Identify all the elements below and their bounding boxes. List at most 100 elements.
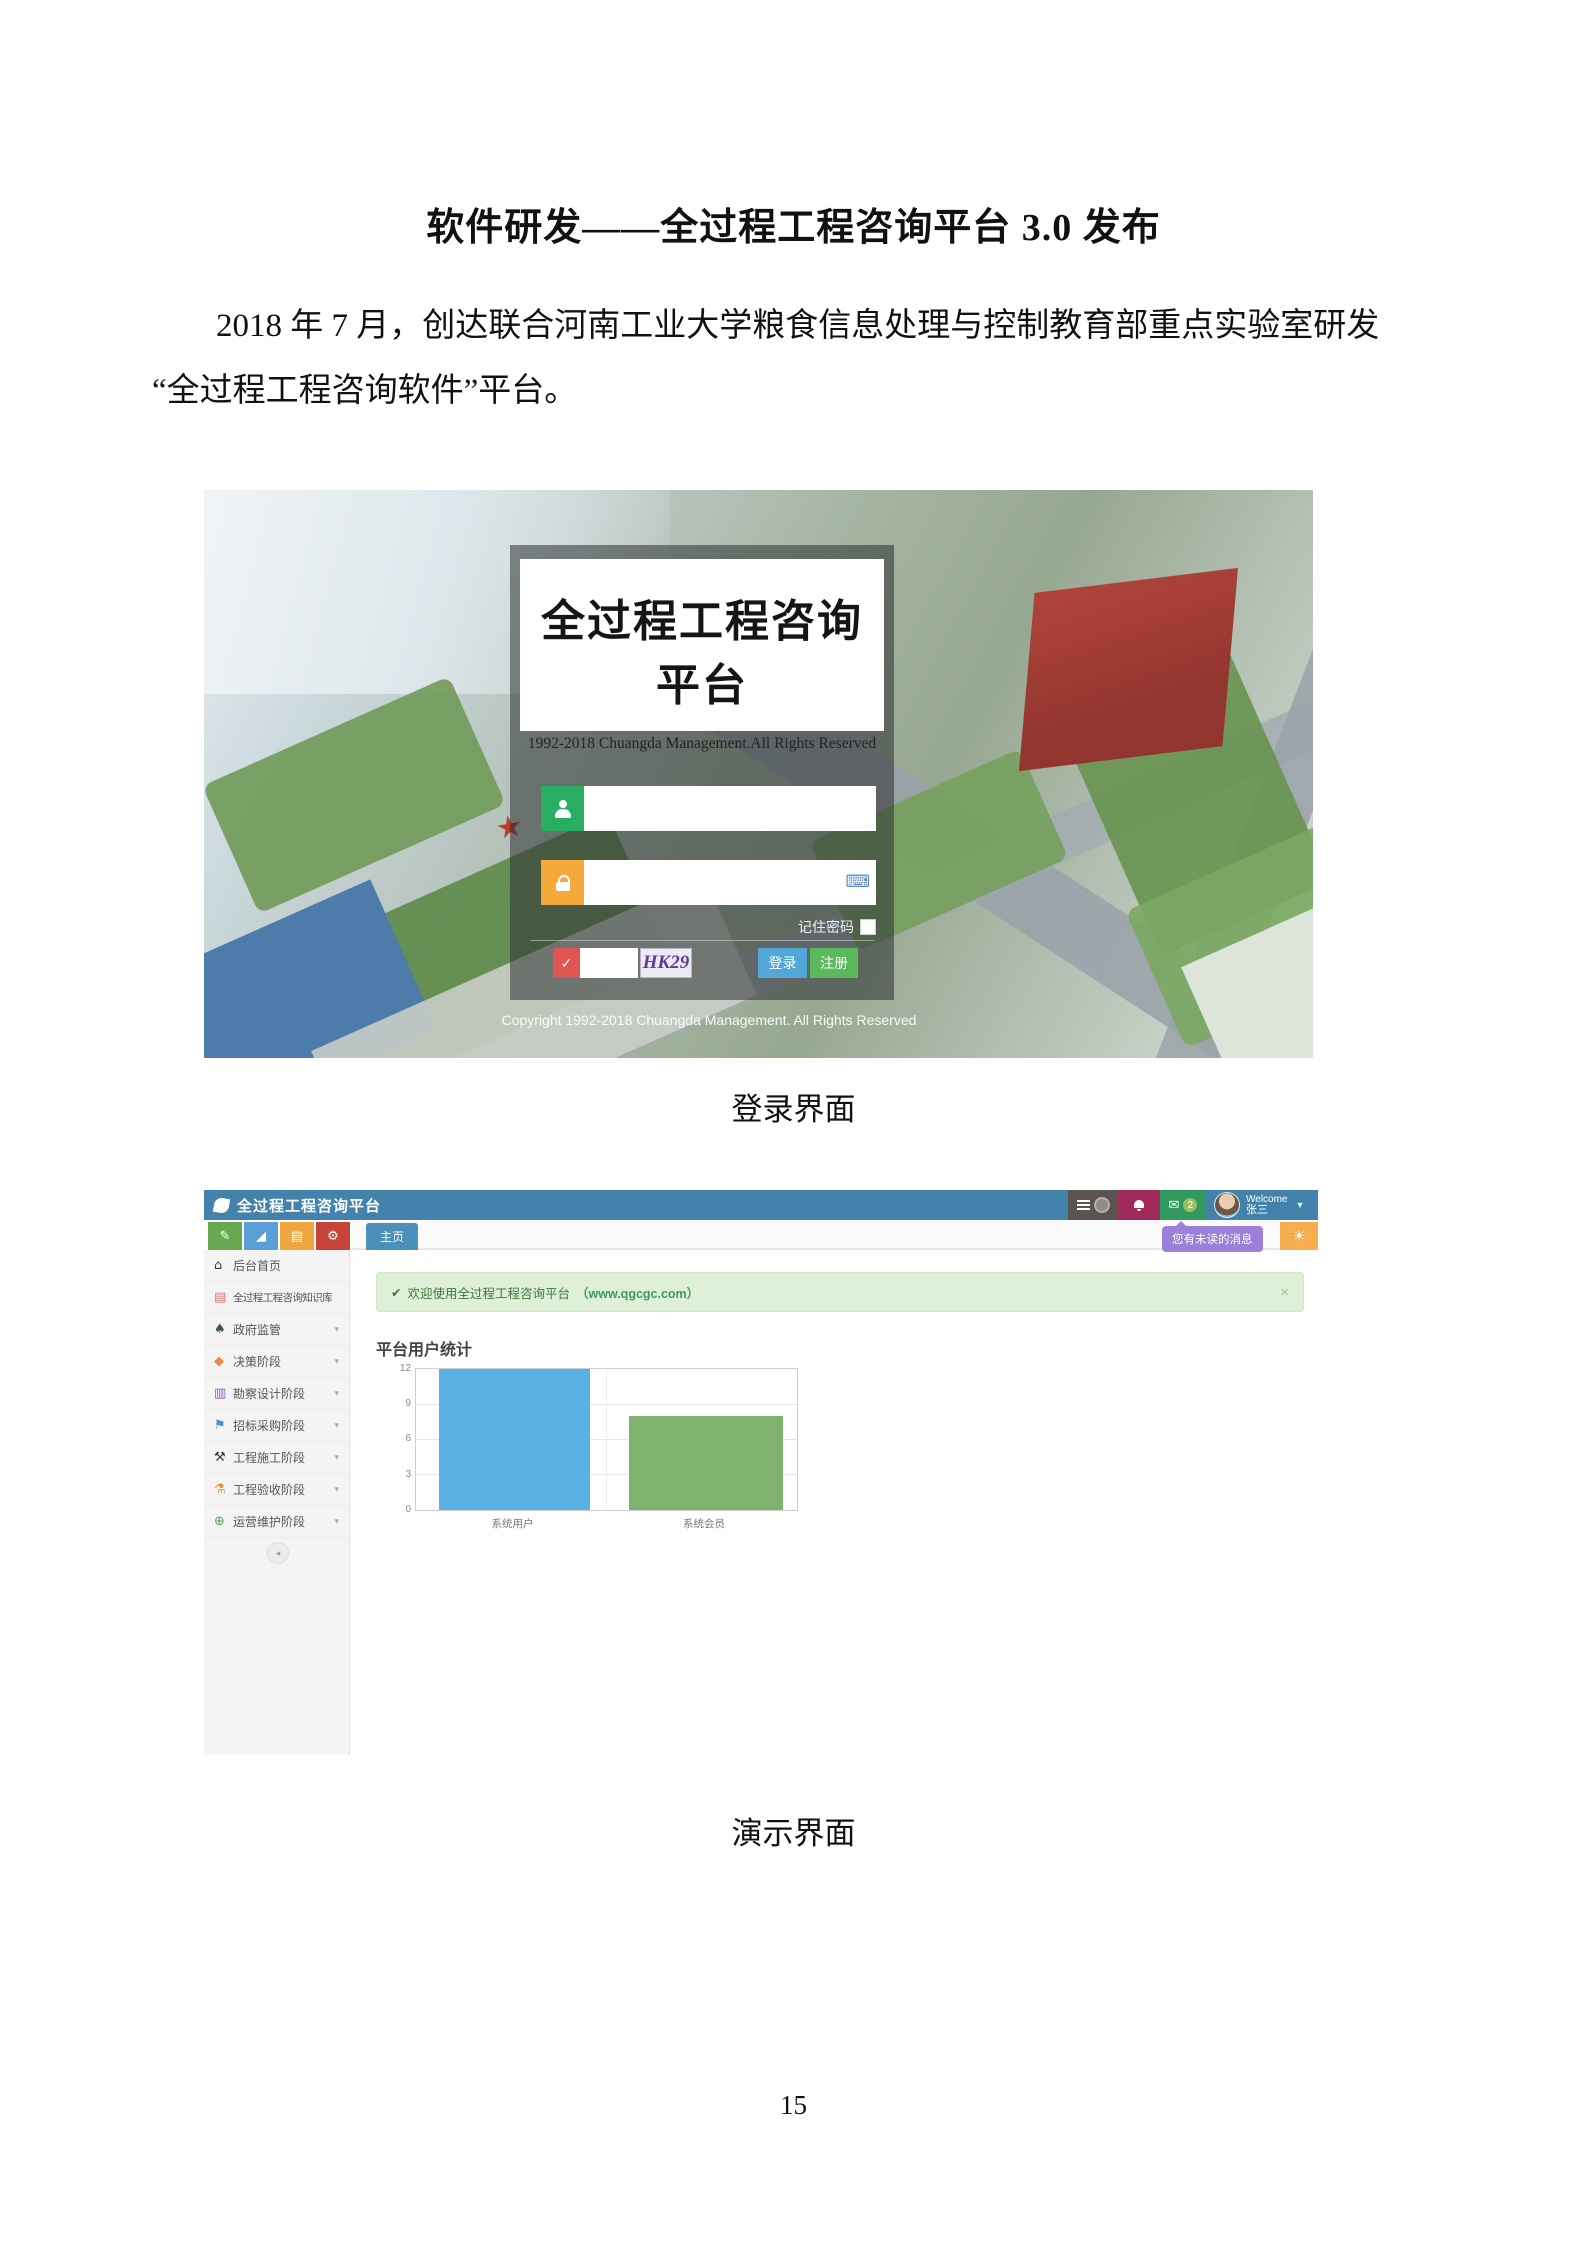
sidebar-item-acceptance-stage[interactable]: ⚗ 工程验收阶段 ▾: [204, 1474, 349, 1506]
sidebar-item-knowledge-base[interactable]: ▤ 全过程工程咨询知识库: [204, 1282, 349, 1314]
megaphone-icon: ⚑: [214, 1418, 233, 1433]
sidebar-item-construction-stage[interactable]: ⚒ 工程施工阶段 ▾: [204, 1442, 349, 1474]
captcha-icon: ✓: [553, 948, 580, 978]
divider: [530, 940, 874, 941]
remember-password-label: 记住密码: [798, 917, 854, 937]
folder-icon: ▤: [214, 1290, 233, 1305]
document-title: 软件研发——全过程工程咨询平台 3.0 发布: [0, 196, 1587, 251]
chart-button[interactable]: ◢: [244, 1222, 278, 1250]
unread-messages-tooltip: 您有未读的消息: [1162, 1226, 1263, 1252]
puzzle-icon: ◆: [214, 1354, 233, 1369]
page-number: 15: [0, 2090, 1587, 2121]
alert-link[interactable]: （www.qgcgc.com）: [576, 1283, 699, 1302]
chevron-down-icon: ▾: [334, 1516, 339, 1527]
sidebar-collapse-button[interactable]: ◂: [267, 1542, 289, 1564]
tab-home[interactable]: 主页: [366, 1223, 418, 1250]
tasks-button[interactable]: [1068, 1190, 1118, 1220]
remember-password-row: 记住密码: [798, 917, 876, 937]
leaf-logo-icon: [213, 1196, 230, 1213]
sidebar-item-label: 决策阶段: [233, 1353, 281, 1370]
sidebar-item-label: 工程施工阶段: [233, 1449, 305, 1466]
sidebar-item-bidding-stage[interactable]: ⚑ 招标采购阶段 ▾: [204, 1410, 349, 1442]
sidebar: ⌂ 后台首页 ▤ 全过程工程咨询知识库 ♠ 政府监管 ▾ ◆ 决策阶段 ▾ ▥ …: [204, 1250, 350, 1755]
messages-badge: 2: [1183, 1198, 1197, 1212]
leaf-icon: ♠: [214, 1322, 233, 1337]
sidebar-item-operation-stage[interactable]: ⊕ 运营维护阶段 ▾: [204, 1506, 349, 1538]
welcome-text: Welcome 张三: [1246, 1194, 1288, 1216]
sidebar-item-label: 政府监管: [233, 1321, 281, 1338]
hammer-icon: ⚒: [214, 1450, 233, 1465]
y-tick: 12: [391, 1363, 411, 1374]
username-input[interactable]: [584, 786, 876, 831]
stats-section-title: 平台用户统计: [376, 1336, 472, 1360]
check-icon: ✔: [391, 1285, 401, 1300]
chevron-down-icon: ▾: [1298, 1200, 1303, 1211]
alert-text: 欢迎使用全过程工程咨询平台: [407, 1283, 570, 1302]
y-tick: 9: [391, 1398, 411, 1409]
dashboard-screenshot: 全过程工程咨询平台 ✉ 2 Welcome 张三 ▾ 您有未读的消息 ✎ ◢ ▤…: [204, 1190, 1318, 1755]
lock-icon: [541, 860, 584, 905]
document-page: 软件研发——全过程工程咨询平台 3.0 发布 2018 年 7 月，创达联合河南…: [0, 0, 1587, 2245]
envelope-icon: ✉: [1169, 1197, 1180, 1213]
user-menu[interactable]: Welcome 张三 ▾: [1206, 1190, 1318, 1220]
plot-area: [415, 1368, 798, 1511]
chevron-down-icon: ▾: [334, 1452, 339, 1463]
platform-subtitle: 1992-2018 Chuangda Management.All Rights…: [520, 735, 884, 753]
copyright-text: Copyright 1992-2018 Chuangda Management.…: [434, 1012, 984, 1028]
user-name: 张三: [1246, 1205, 1288, 1216]
sidebar-item-decision-stage[interactable]: ◆ 决策阶段 ▾: [204, 1346, 349, 1378]
sidebar-item-survey-design-stage[interactable]: ▥ 勘察设计阶段 ▾: [204, 1378, 349, 1410]
paragraph-line-2: “全过程工程咨询软件”平台。: [152, 367, 577, 415]
close-icon[interactable]: ×: [1280, 1284, 1289, 1301]
sidebar-item-label: 全过程工程咨询知识库: [233, 1290, 332, 1305]
chevron-down-icon: ▾: [334, 1484, 339, 1495]
y-tick: 3: [391, 1469, 411, 1480]
keyboard-icon[interactable]: ⌨: [845, 872, 870, 892]
platform-title: 全过程工程咨询平台: [520, 585, 884, 713]
quick-action-button[interactable]: ☀: [1280, 1222, 1318, 1250]
sidebar-item-label: 工程验收阶段: [233, 1481, 305, 1498]
x-tick-label: 系统用户: [437, 1516, 588, 1531]
sidebar-item-label: 后台首页: [233, 1257, 281, 1274]
chevron-down-icon: ▾: [334, 1388, 339, 1399]
welcome-alert: ✔ 欢迎使用全过程工程咨询平台 （www.qgcgc.com） ×: [376, 1272, 1304, 1312]
avatar: [1214, 1192, 1240, 1218]
globe-icon: ⊕: [214, 1514, 233, 1529]
user-icon: [541, 786, 584, 831]
bar-system-members: [629, 1416, 783, 1510]
book-button[interactable]: ▤: [280, 1222, 314, 1250]
sidebar-item-government-supervision[interactable]: ♠ 政府监管 ▾: [204, 1314, 349, 1346]
password-row: ⌨: [541, 860, 876, 905]
password-input[interactable]: ⌨: [584, 860, 876, 905]
notifications-button[interactable]: [1118, 1190, 1160, 1220]
register-button[interactable]: 注册: [810, 948, 858, 978]
sidebar-item-home[interactable]: ⌂ 后台首页: [204, 1250, 349, 1282]
sidebar-item-label: 运营维护阶段: [233, 1513, 305, 1530]
login-panel: 全过程工程咨询平台 1992-2018 Chuangda Management.…: [510, 545, 894, 1000]
captcha-input[interactable]: [580, 948, 638, 978]
monitor-icon: ▥: [214, 1386, 233, 1401]
messages-button[interactable]: ✉ 2: [1160, 1190, 1206, 1220]
captcha-code[interactable]: HK29: [640, 948, 692, 978]
bar-system-users: [439, 1369, 590, 1510]
flask-icon: ⚗: [214, 1482, 233, 1497]
y-tick: 6: [391, 1433, 411, 1444]
login-screenshot: ★ 全过程工程咨询平台 1992-2018 Chuangda Managemen…: [204, 490, 1313, 1058]
x-tick-label: 系统会员: [627, 1516, 781, 1531]
sidebar-item-label: 勘察设计阶段: [233, 1385, 305, 1402]
remember-password-checkbox[interactable]: [860, 919, 876, 935]
bell-icon: [1133, 1199, 1145, 1211]
paragraph-line-1: 2018 年 7 月，创达联合河南工业大学粮食信息处理与控制教育部重点实验室研发: [216, 302, 1379, 350]
username-row: [541, 786, 876, 831]
settings-button[interactable]: ⚙: [316, 1222, 350, 1250]
edit-button[interactable]: ✎: [208, 1222, 242, 1250]
chevron-down-icon: ▾: [334, 1324, 339, 1335]
demo-caption: 演示界面: [0, 1808, 1587, 1853]
login-button[interactable]: 登录: [758, 948, 807, 978]
gridline-vertical: [606, 1369, 607, 1510]
tasks-badge: [1094, 1197, 1110, 1213]
campus-photo-red-building: [1019, 568, 1238, 771]
login-caption: 登录界面: [0, 1084, 1587, 1129]
login-banner: 全过程工程咨询平台 1992-2018 Chuangda Management.…: [520, 559, 884, 731]
chevron-down-icon: ▾: [334, 1356, 339, 1367]
